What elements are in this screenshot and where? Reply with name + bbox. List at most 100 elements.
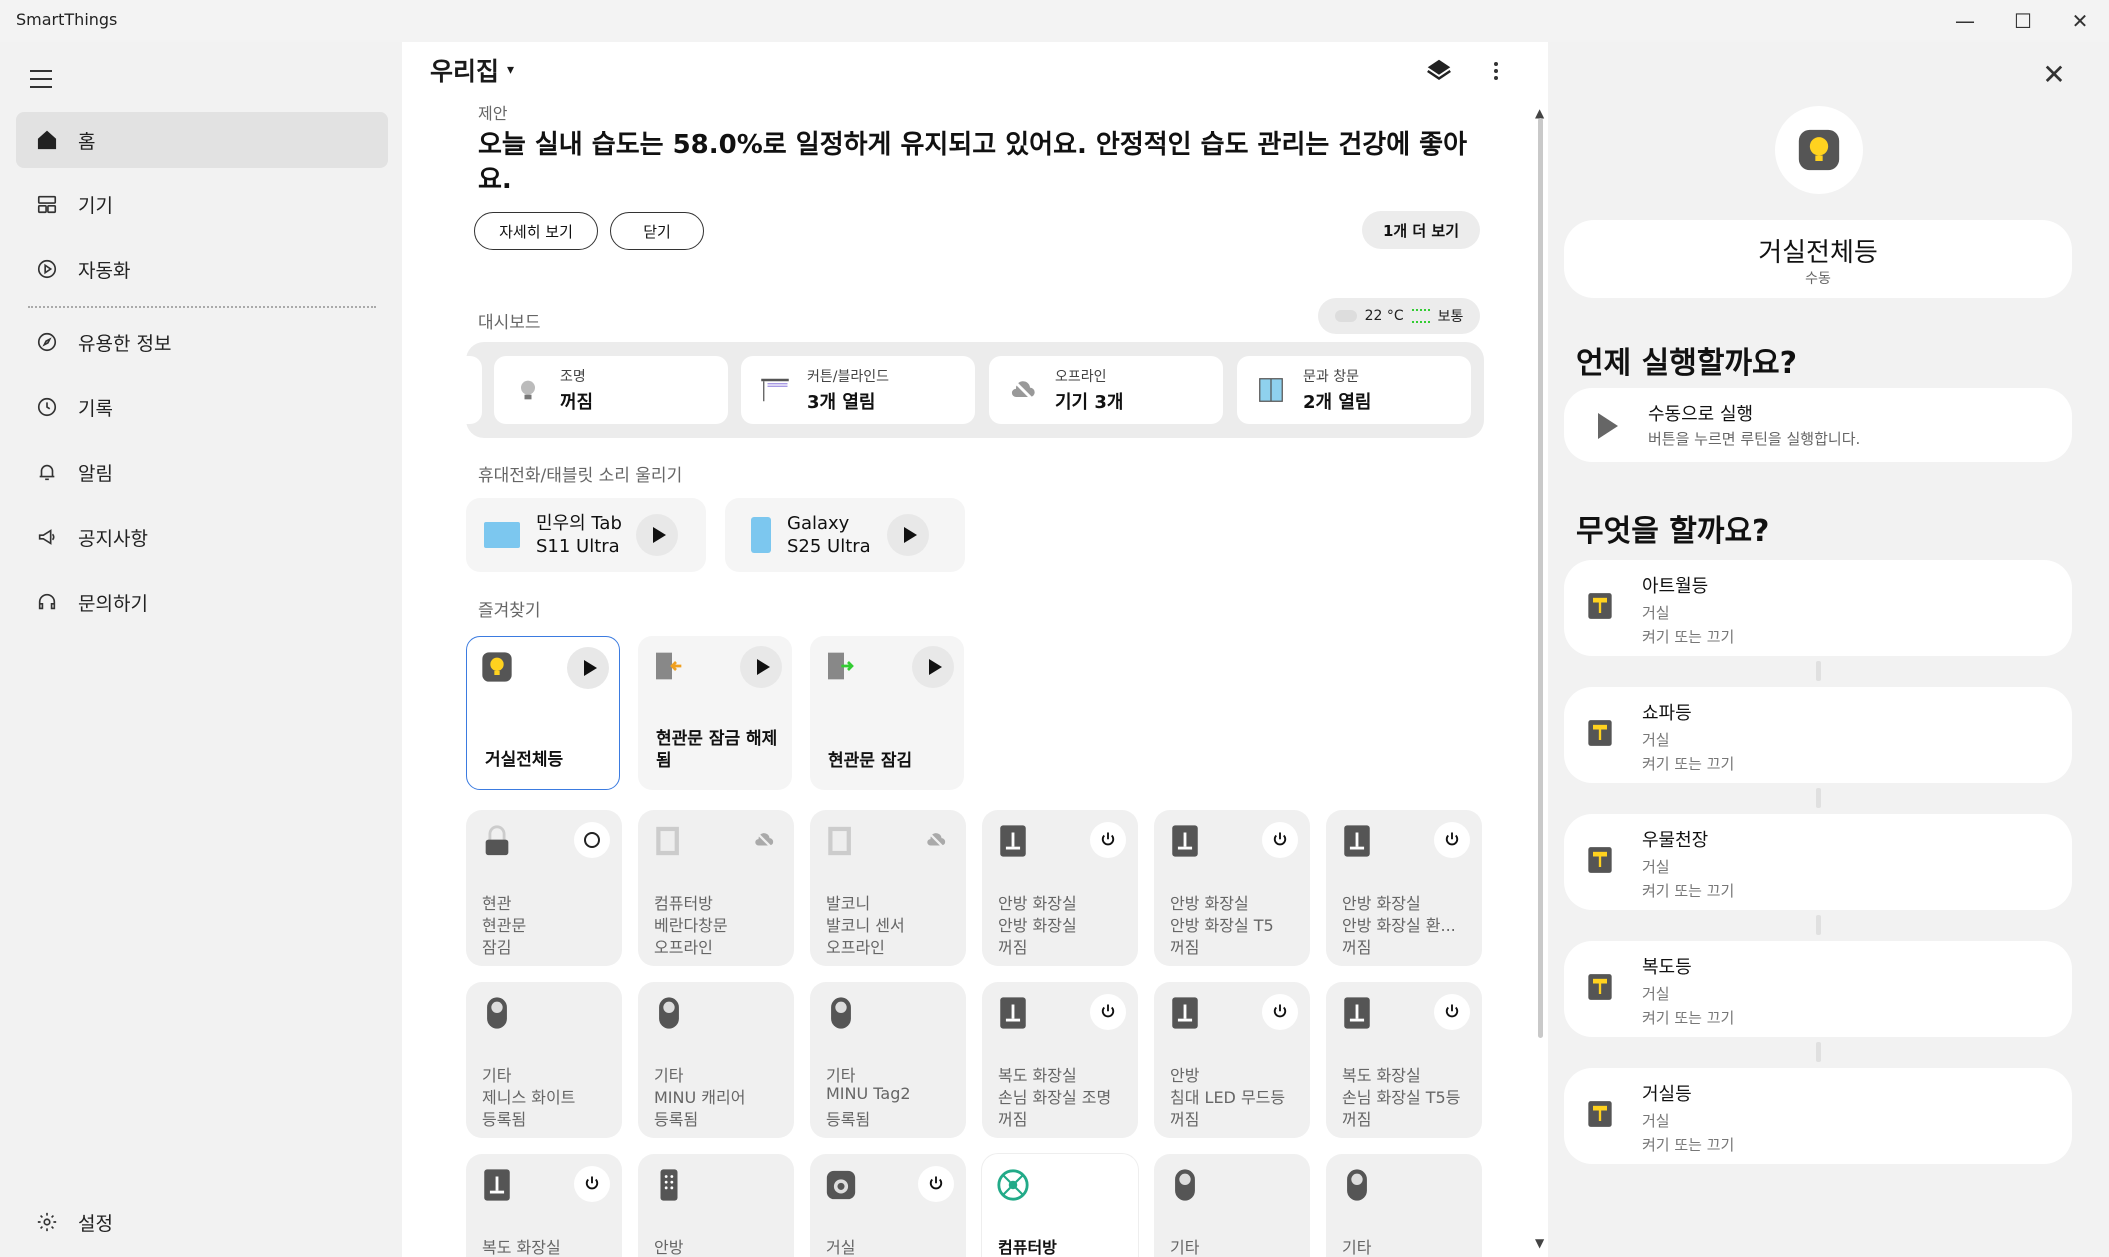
power-icon[interactable] [1262, 822, 1298, 858]
ring-device-phone[interactable]: Galaxy S25 Ultra [725, 498, 965, 572]
air-quality: 보통 [1437, 309, 1464, 325]
power-icon[interactable] [574, 1166, 610, 1202]
details-button[interactable]: 자세히 보기 [474, 212, 598, 250]
device-tile[interactable]: 기타 MINU 캐리어 등록됨 [638, 982, 794, 1138]
sidebar-item-notifications[interactable]: 알림 [16, 444, 388, 500]
device-tile[interactable]: 복도 화장실 손님 화장실 T5등 꺼짐 [1326, 982, 1482, 1138]
bulb-icon [510, 372, 546, 408]
dashboard-card-doors-windows[interactable]: 문과 창문 2개 열림 [1237, 356, 1471, 424]
switch-icon [1168, 996, 1204, 1032]
routine-name-card[interactable]: 거실전체등 수동 [1564, 220, 2072, 298]
dismiss-button[interactable]: 닫기 [610, 212, 704, 250]
card-label: 커튼/블라인드 [807, 369, 889, 385]
maximize-button[interactable]: ☐ [1994, 0, 2052, 42]
power-icon[interactable] [1090, 822, 1126, 858]
lamp-icon [1586, 973, 1616, 1003]
power-icon[interactable] [1434, 822, 1470, 858]
device-status: 꺼짐 [1342, 1110, 1372, 1129]
favorites-label: 즐겨찾기 [478, 601, 541, 621]
device-tile[interactable]: 안방 화장실 안방 화장실 꺼짐 [982, 810, 1138, 966]
scroll-down-icon[interactable]: ▼ [1535, 1236, 1544, 1250]
device-tile[interactable]: 안방 침대 LED 무드등 꺼짐 [1154, 982, 1310, 1138]
dashboard-card-lights[interactable]: 조명 꺼짐 [494, 356, 728, 424]
action-connector [1816, 788, 1821, 808]
device-room: 컴퓨터방 [998, 1238, 1057, 1257]
device-tile[interactable]: 안방 [638, 1154, 794, 1257]
gear-icon [36, 1211, 58, 1233]
menu-icon[interactable] [30, 62, 64, 96]
home-selector[interactable]: 우리집 ▾ [430, 52, 514, 88]
more-options-icon[interactable] [1484, 56, 1508, 86]
favorite-routine[interactable]: 현관문 잠김 [810, 636, 964, 790]
compass-icon [36, 331, 58, 353]
sidebar-item-contact[interactable]: 문의하기 [16, 574, 388, 630]
phone-icon [751, 517, 771, 553]
power-icon[interactable] [1434, 994, 1470, 1030]
more-suggestions-button[interactable]: 1개 더 보기 [1362, 211, 1480, 249]
door-icon [652, 824, 688, 860]
power-icon[interactable] [1090, 994, 1126, 1030]
device-tile[interactable]: 기타 [1154, 1154, 1310, 1257]
sidebar-item-settings[interactable]: 설정 [16, 1194, 388, 1250]
device-tile[interactable]: 거실 [810, 1154, 966, 1257]
device-tile[interactable]: 기타 [1326, 1154, 1482, 1257]
device-tile[interactable]: 기타 제니스 화이트 등록됨 [466, 982, 622, 1138]
sidebar-item-notices[interactable]: 공지사항 [16, 509, 388, 565]
device-tile[interactable]: 안방 화장실 안방 화장실 환... 꺼짐 [1326, 810, 1482, 966]
device-room: 복도 화장실 [998, 1066, 1077, 1085]
hub-icon[interactable] [1424, 56, 1454, 86]
device-tile[interactable]: 복도 화장실 손님 화장실 조명 꺼짐 [982, 982, 1138, 1138]
what-title: 무엇을 할까요? [1576, 514, 1770, 549]
play-button[interactable] [887, 514, 929, 556]
status-button[interactable] [574, 822, 610, 858]
play-button[interactable] [740, 646, 782, 688]
action-item[interactable]: 복도등 거실 켜기 또는 끄기 [1564, 941, 2072, 1037]
favorite-routine[interactable]: 거실전체등 [466, 636, 620, 790]
device-tile[interactable]: 현관 현관문 잠김 [466, 810, 622, 966]
action-item[interactable]: 우물천장 거실 켜기 또는 끄기 [1564, 814, 2072, 910]
dashboard-card-blinds[interactable]: 커튼/블라인드 3개 열림 [741, 356, 975, 424]
action-item[interactable]: 아트월등 거실 켜기 또는 끄기 [1564, 560, 2072, 656]
action-room: 거실 [1642, 985, 1670, 1003]
sidebar-item-devices[interactable]: 기기 [16, 176, 388, 232]
device-name: 민우의 Tab S11 Ultra [536, 513, 622, 557]
close-icon[interactable]: ✕ [2036, 56, 2072, 92]
device-status: 오프라인 [654, 938, 713, 957]
dashboard-card-offline[interactable]: 오프라인 기기 3개 [989, 356, 1223, 424]
minimize-button[interactable]: — [1936, 0, 1994, 42]
device-room: 기타 [826, 1066, 856, 1085]
sidebar-item-automation[interactable]: 자동화 [16, 241, 388, 297]
ring-device-tab[interactable]: 민우의 Tab S11 Ultra [466, 498, 706, 572]
sidebar-item-useful-info[interactable]: 유용한 정보 [16, 314, 388, 370]
manual-run-card[interactable] [1564, 388, 2072, 462]
favorite-routine[interactable]: 현관문 잠금 해제됨 [638, 636, 792, 790]
device-name: MINU Tag2 [826, 1084, 911, 1103]
device-tile[interactable]: 발코니 발코니 센서 오프라인 [810, 810, 966, 966]
play-button[interactable] [567, 647, 609, 689]
power-icon[interactable] [918, 1166, 954, 1202]
device-tile[interactable]: 컴퓨터방 베란다창문 오프라인 [638, 810, 794, 966]
play-button[interactable] [912, 646, 954, 688]
power-icon[interactable] [1262, 994, 1298, 1030]
weather-badge[interactable]: 22 °C 보통 [1318, 298, 1480, 334]
sidebar-item-home[interactable]: 홈 [16, 112, 388, 168]
card-value: 2개 열림 [1303, 392, 1372, 413]
device-tile[interactable]: 기타 MINU Tag2 등록됨 [810, 982, 966, 1138]
close-window-button[interactable]: ✕ [2051, 0, 2109, 42]
home-name: 우리집 [430, 57, 500, 86]
device-tile[interactable]: 컴퓨터방 [982, 1154, 1138, 1257]
action-item[interactable]: 쇼파등 거실 켜기 또는 끄기 [1564, 687, 2072, 783]
camera-icon [824, 1168, 860, 1204]
sidebar-item-history[interactable]: 기록 [16, 379, 388, 435]
scrollbar-thumb[interactable] [1538, 118, 1543, 1038]
device-tile[interactable]: 안방 화장실 안방 화장실 T5 꺼짐 [1154, 810, 1310, 966]
play-button[interactable] [636, 514, 678, 556]
action-item[interactable]: 거실등 거실 켜기 또는 끄기 [1564, 1068, 2072, 1164]
door-unlock-icon [652, 650, 686, 684]
device-status: 오프라인 [826, 938, 885, 957]
lamp-icon [1586, 846, 1616, 876]
manual-run-subtitle: 버튼을 누르면 루틴을 실행합니다. [1648, 430, 1861, 448]
window-icon [1253, 372, 1289, 408]
device-tile[interactable]: 복도 화장실 [466, 1154, 622, 1257]
favorite-name: 현관문 잠김 [828, 751, 913, 771]
